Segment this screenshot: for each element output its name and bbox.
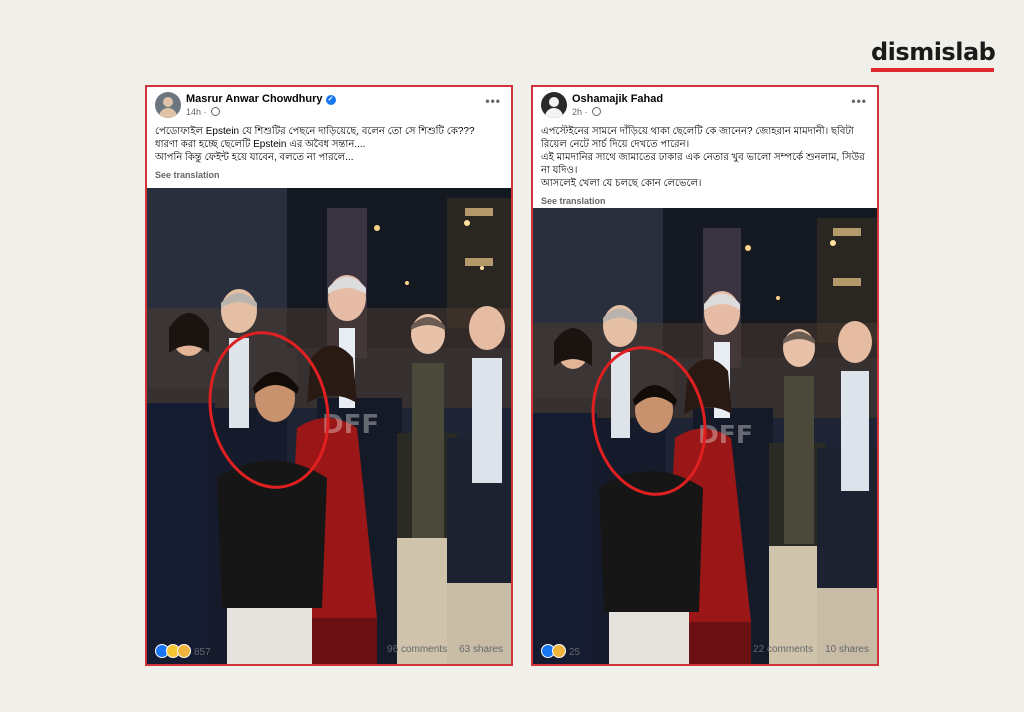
facebook-post-1: Masrur Anwar Chowdhury ✓ 14h · ••• পেডোফা…: [145, 85, 513, 666]
facebook-post-2: Oshamajik Fahad 2h · ••• এপস্টেইনের সামন…: [531, 85, 879, 666]
author-avatar[interactable]: [541, 92, 567, 118]
reactions[interactable]: 25: [541, 644, 580, 658]
post-text-line: এই মামদানির সাথে জামাতের ঢাকার এক নেতার …: [541, 152, 865, 176]
post-header: Oshamajik Fahad 2h · •••: [533, 87, 877, 125]
reaction-count: 25: [569, 647, 581, 658]
see-translation-link[interactable]: See translation: [533, 190, 877, 206]
post-meta: 14h ·: [186, 107, 221, 117]
comments-count[interactable]: 22 comments: [753, 644, 813, 655]
reaction-count: 857: [194, 647, 211, 658]
author-name[interactable]: Oshamajik Fahad: [572, 93, 663, 105]
author-avatar[interactable]: [155, 92, 181, 118]
post-time[interactable]: 14h: [186, 107, 201, 117]
post-stats: 96 comments 63 shares: [387, 644, 503, 655]
post-footer: 25 22 comments 10 shares: [533, 638, 877, 664]
wow-reaction-icon: [177, 644, 191, 658]
globe-icon: [592, 107, 602, 116]
post-text-line: পেডোফাইল Epstein যে শিশুটির পেছনে দাড়িয…: [155, 126, 475, 137]
post-text-line: এপস্টেইনের সামনে দাঁড়িয়ে থাকা ছেলেটি ক…: [541, 126, 854, 150]
wow-reaction-icon: [552, 644, 566, 658]
group-photo-illustration: DFF: [147, 188, 511, 664]
post-header: Masrur Anwar Chowdhury ✓ 14h · •••: [147, 87, 511, 125]
logo-underline: [871, 68, 994, 72]
photo-watermark: DFF: [322, 410, 379, 440]
verified-badge-icon: ✓: [325, 95, 336, 105]
post-text: এপস্টেইনের সামনে দাঁড়িয়ে থাকা ছেলেটি ক…: [533, 125, 877, 190]
post-footer: 857 96 comments 63 shares: [147, 638, 511, 664]
post-text-line: ধারণা করা হচ্ছে ছেলেটি Epstein এর অবৈধ স…: [155, 139, 366, 150]
reactions[interactable]: 857: [155, 644, 211, 658]
post-text-line: আসলেই খেলা যে চলছে কোন লেভেলে।: [541, 178, 702, 189]
more-options-icon[interactable]: •••: [485, 94, 501, 108]
shares-count[interactable]: 10 shares: [825, 644, 869, 655]
post-photo[interactable]: DFF: [533, 208, 877, 664]
post-time[interactable]: 2h: [572, 107, 582, 117]
author-name-text[interactable]: Masrur Anwar Chowdhury: [186, 93, 323, 105]
post-meta: 2h ·: [572, 107, 602, 117]
globe-icon: [211, 107, 221, 116]
post-stats: 22 comments 10 shares: [753, 644, 869, 655]
author-name[interactable]: Masrur Anwar Chowdhury ✓: [186, 93, 336, 105]
logo-text: dismislab: [871, 38, 996, 66]
group-photo-illustration: DFF: [533, 208, 877, 664]
post-text: পেডোফাইল Epstein যে শিশুটির পেছনে দাড়িয…: [147, 125, 511, 164]
more-options-icon[interactable]: •••: [851, 94, 867, 108]
post-photo[interactable]: DFF: [147, 188, 511, 664]
dismislab-logo: dismislab: [871, 38, 996, 72]
comments-count[interactable]: 96 comments: [387, 644, 447, 655]
post-text-line: আপনি কিন্তু ফেইন্ট হয়ে যাবেন, বলতে না প…: [155, 152, 354, 163]
see-translation-link[interactable]: See translation: [147, 164, 511, 180]
shares-count[interactable]: 63 shares: [459, 644, 503, 655]
